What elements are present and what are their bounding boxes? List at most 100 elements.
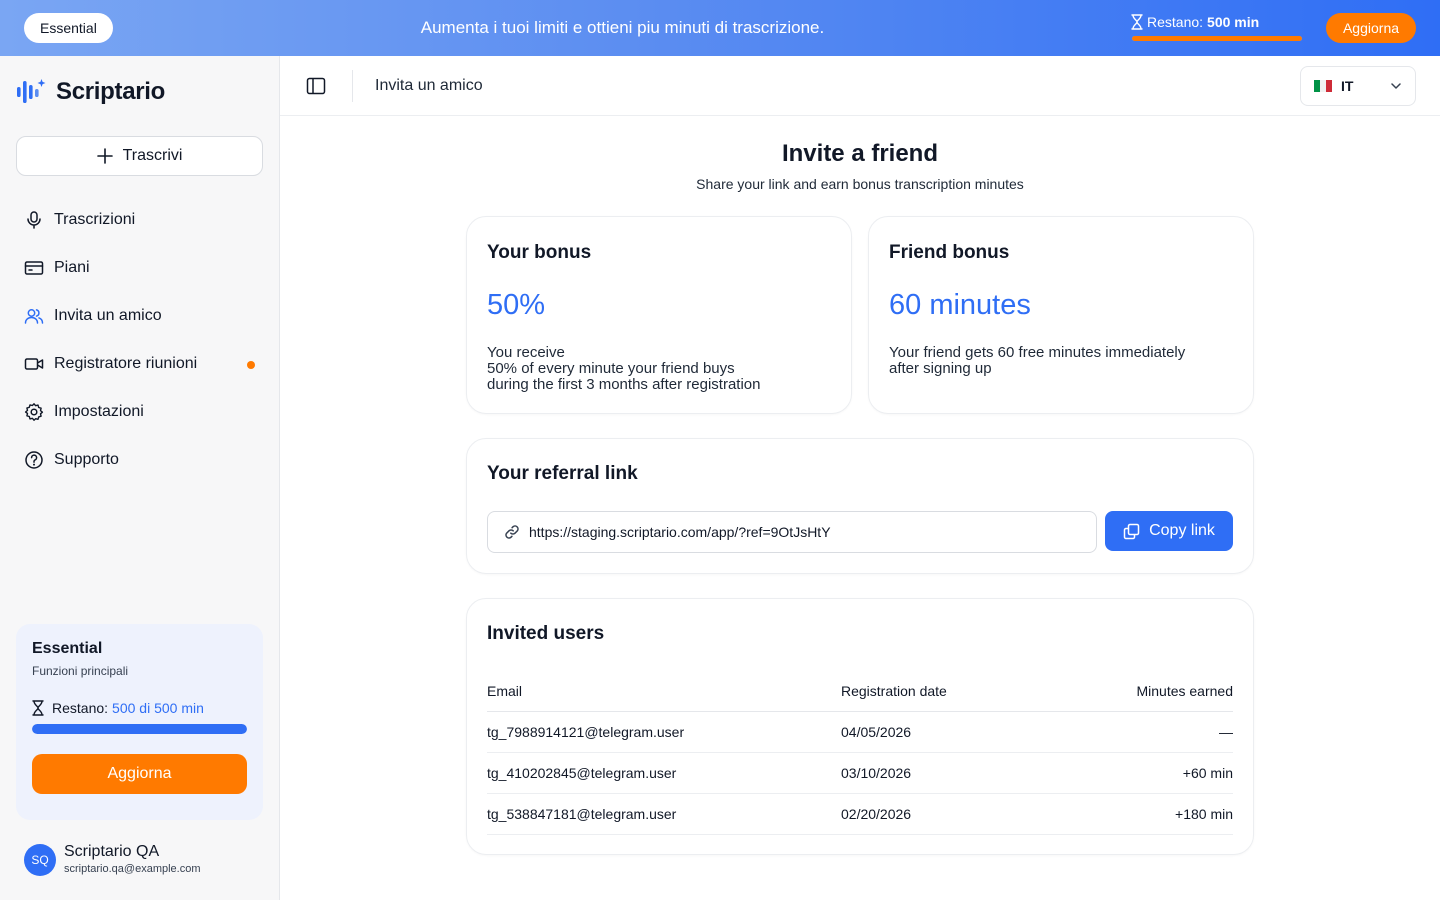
column-header-email: Email xyxy=(487,671,841,712)
banner-progress-fill xyxy=(1132,36,1302,41)
sidebar-item-piani[interactable]: Piani xyxy=(16,244,263,292)
user-profile[interactable]: SQ Scriptario QA scriptario.qa@example.c… xyxy=(24,843,201,877)
top-header: Invita un amico IT xyxy=(280,56,1440,116)
copy-link-label: Copy link xyxy=(1149,522,1215,539)
your-bonus-value: 50% xyxy=(487,289,546,321)
column-header-date: Registration date xyxy=(841,671,1041,712)
notification-dot xyxy=(247,361,255,369)
sidebar: Scriptario Trascrivi Trascrizioni Piani … xyxy=(0,56,280,900)
avatar: SQ xyxy=(24,844,56,876)
plan-badge[interactable]: Essential xyxy=(24,13,113,43)
users-icon xyxy=(24,309,44,324)
friend-bonus-title: Friend bonus xyxy=(889,242,1010,263)
sidebar-item-label: Piani xyxy=(54,259,90,276)
waveform-logo-icon xyxy=(17,79,46,103)
user-email: scriptario.qa@example.com xyxy=(64,863,201,875)
sidebar-item-label: Registratore riunioni xyxy=(54,355,198,372)
row-date: 02/20/2026 xyxy=(841,793,1041,835)
sidebar-toggle-icon[interactable] xyxy=(306,77,326,95)
copy-icon xyxy=(1123,523,1140,539)
sidebar-item-label: Impostazioni xyxy=(54,403,144,420)
plan-upgrade-button[interactable]: Aggiorna xyxy=(32,754,247,794)
sidebar-item-impostazioni[interactable]: Impostazioni xyxy=(16,388,263,436)
plan-card: Essential Funzioni principali Restano: 5… xyxy=(16,624,263,820)
row-date: 04/05/2026 xyxy=(841,711,1041,753)
friend-bonus-card: Friend bonus 60 minutes Your friend gets… xyxy=(868,216,1254,414)
row-date: 03/10/2026 xyxy=(841,752,1041,794)
referral-url: https://staging.scriptario.com/app/?ref=… xyxy=(529,524,831,540)
copy-link-button[interactable]: Copy link xyxy=(1105,511,1233,551)
italy-flag-icon xyxy=(1314,80,1332,92)
language-select[interactable]: IT xyxy=(1300,66,1416,106)
table-row: tg_538847181@telegram.user 02/20/2026 +1… xyxy=(487,793,1233,835)
table-row: tg_410202845@telegram.user 03/10/2026 +6… xyxy=(487,752,1233,794)
your-bonus-description: You receive 50% of every minute your fri… xyxy=(487,345,760,393)
sidebar-item-label: Invita un amico xyxy=(54,307,162,324)
your-bonus-title: Your bonus xyxy=(487,242,592,263)
invited-users-title: Invited users xyxy=(487,623,605,644)
referral-link-field[interactable]: https://staging.scriptario.com/app/?ref=… xyxy=(487,511,1097,553)
row-email: tg_7988914121@telegram.user xyxy=(487,711,841,753)
sidebar-item-label: Supporto xyxy=(54,451,119,468)
friend-bonus-description: Your friend gets 60 free minutes immedia… xyxy=(889,345,1185,377)
hourglass-icon xyxy=(1131,14,1143,30)
friend-bonus-line: after signing up xyxy=(889,360,992,377)
your-bonus-line: during the first 3 months after registra… xyxy=(487,376,761,393)
page-title: Invite a friend xyxy=(781,140,939,167)
row-email: tg_538847181@telegram.user xyxy=(487,793,841,835)
your-bonus-line: 50% of every minute your friend buys xyxy=(487,360,735,377)
table-row: tg_7988914121@telegram.user 04/05/2026 — xyxy=(487,711,1233,753)
user-name: Scriptario QA xyxy=(64,843,160,860)
help-icon xyxy=(25,451,43,469)
language-code: IT xyxy=(1341,78,1354,94)
banner-message: Aumenta i tuoi limiti e ottieni piu minu… xyxy=(420,18,825,37)
plan-description: Funzioni principali xyxy=(32,664,129,678)
banner-progress-bar xyxy=(1132,36,1302,41)
brand-name: Scriptario xyxy=(56,78,166,105)
new-transcription-button[interactable]: Trascrivi xyxy=(16,136,263,176)
sidebar-item-supporto[interactable]: Supporto xyxy=(16,436,263,484)
banner-upgrade-button[interactable]: Aggiorna xyxy=(1326,13,1416,43)
referral-link-card: Your referral link https://staging.scrip… xyxy=(466,438,1254,574)
breadcrumb: Invita un amico xyxy=(375,77,483,94)
gear-icon xyxy=(24,403,44,421)
your-bonus-line: You receive xyxy=(487,344,565,361)
friend-bonus-value: 60 minutes xyxy=(889,289,1031,321)
your-bonus-card: Your bonus 50% You receive 50% of every … xyxy=(466,216,852,414)
page-subtitle: Share your link and earn bonus transcrip… xyxy=(696,176,1024,192)
row-minutes: +60 min xyxy=(1041,752,1233,794)
row-email: tg_410202845@telegram.user xyxy=(487,752,841,794)
microphone-icon xyxy=(27,211,41,229)
plus-icon xyxy=(96,148,113,164)
sidebar-item-registratore[interactable]: Registratore riunioni xyxy=(16,340,263,388)
sidebar-nav: Trascrizioni Piani Invita un amico Regis… xyxy=(16,196,263,484)
banner-remaining: Restano: 500 min xyxy=(1131,13,1259,31)
table-header-row: Email Registration date Minutes earned xyxy=(487,671,1233,712)
header-divider xyxy=(352,70,353,102)
video-icon xyxy=(24,358,44,370)
invited-users-table: Email Registration date Minutes earned t… xyxy=(487,671,1233,835)
plan-remaining-label: Restano: xyxy=(52,700,109,716)
plan-name: Essential xyxy=(32,640,103,657)
plan-remaining: Restano: 500 di 500 min xyxy=(32,700,247,716)
referral-title: Your referral link xyxy=(487,463,638,484)
card-icon xyxy=(24,261,44,275)
new-transcription-label: Trascrivi xyxy=(122,147,183,164)
banner-remaining-label: Restano: xyxy=(1147,14,1204,30)
invited-users-card: Invited users Email Registration date Mi… xyxy=(466,598,1254,855)
link-icon xyxy=(505,525,519,539)
sidebar-item-invita[interactable]: Invita un amico xyxy=(16,292,263,340)
hourglass-icon xyxy=(32,700,44,716)
sidebar-item-label: Trascrizioni xyxy=(54,211,136,228)
banner-remaining-value: 500 min xyxy=(1207,14,1260,30)
user-info: Scriptario QA scriptario.qa@example.com xyxy=(64,843,201,877)
upgrade-banner: Essential Aumenta i tuoi limiti e ottien… xyxy=(0,0,1440,56)
column-header-minutes: Minutes earned xyxy=(1041,671,1233,712)
friend-bonus-line: Your friend gets 60 free minutes immedia… xyxy=(889,344,1186,361)
row-minutes: +180 min xyxy=(1041,793,1233,835)
plan-progress-fill xyxy=(32,724,247,734)
logo[interactable]: Scriptario xyxy=(16,78,165,106)
row-minutes: — xyxy=(1041,711,1233,753)
plan-remaining-value: 500 di 500 min xyxy=(112,700,204,716)
sidebar-item-trascrizioni[interactable]: Trascrizioni xyxy=(16,196,263,244)
